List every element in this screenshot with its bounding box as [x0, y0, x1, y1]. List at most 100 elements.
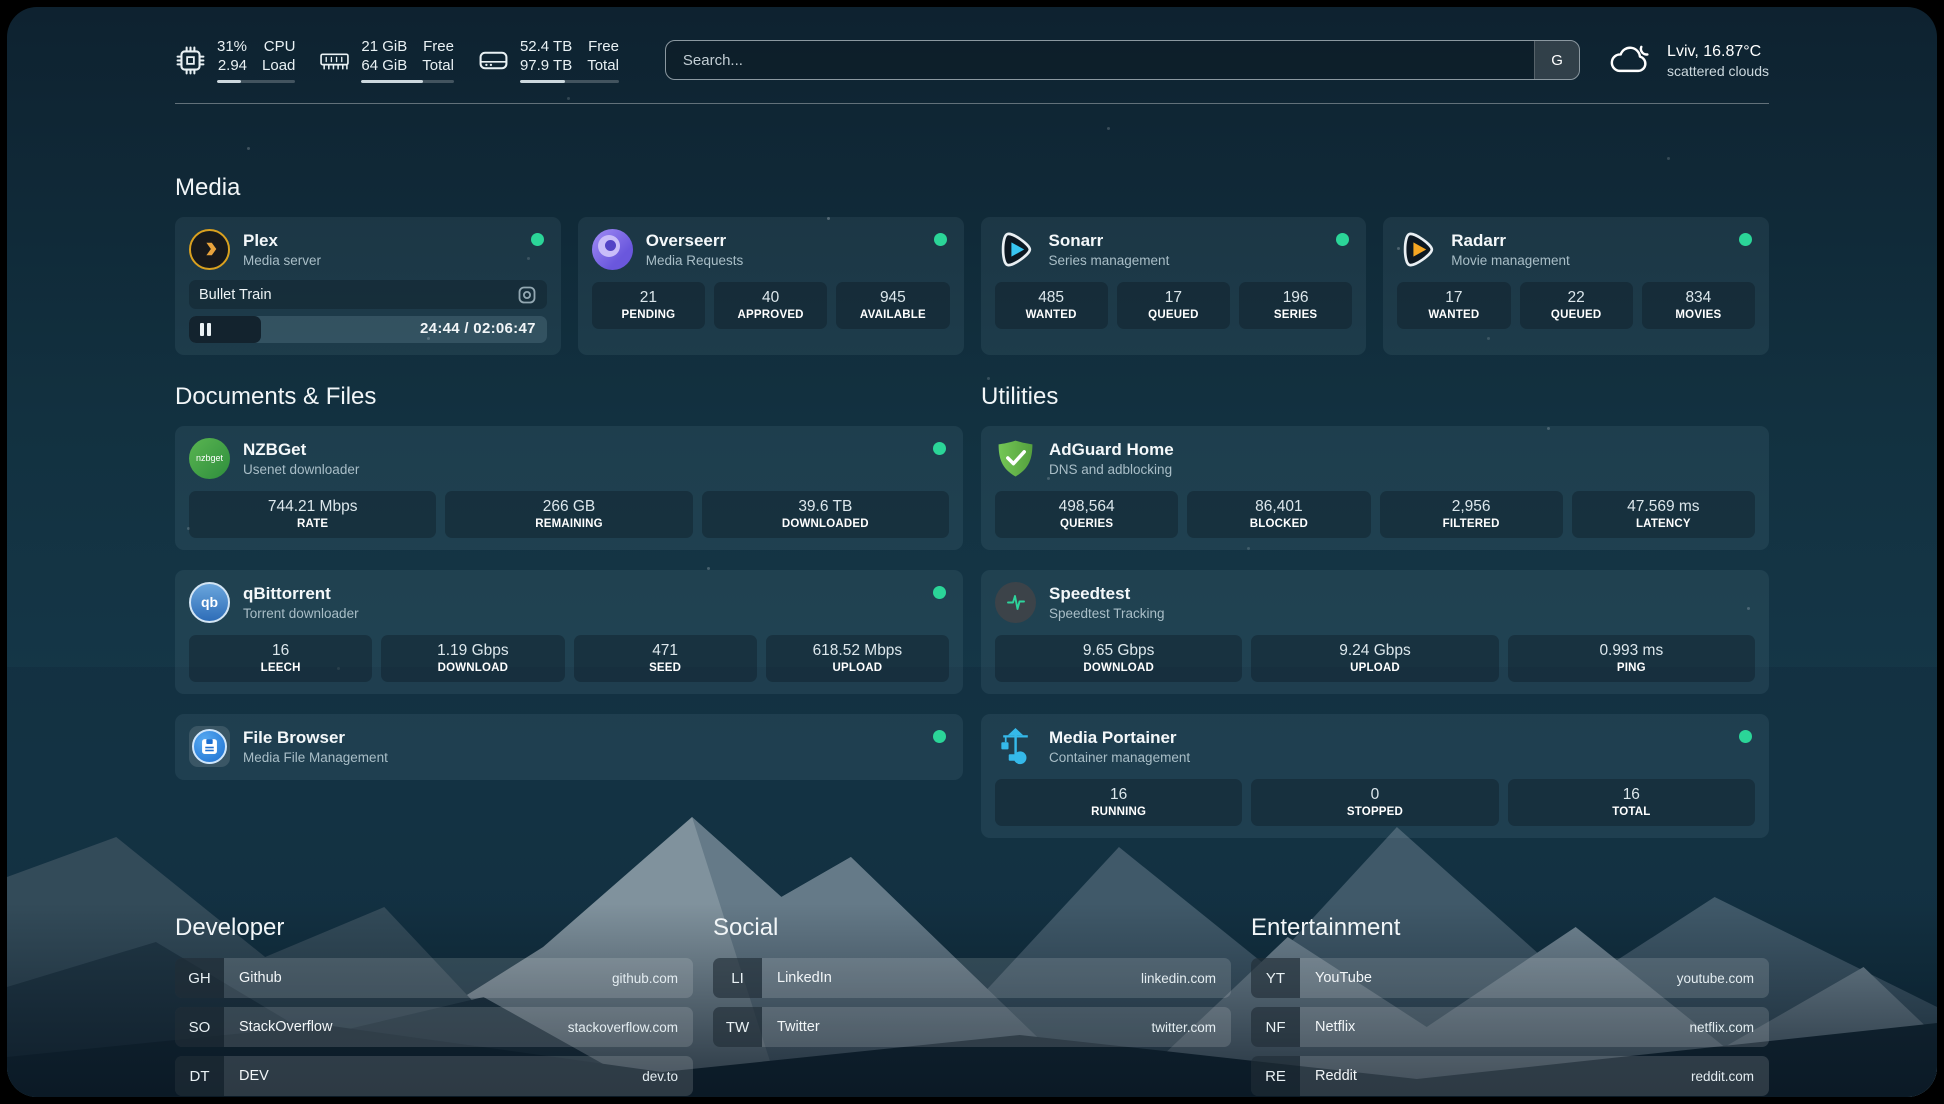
- bookmark-url: dev.to: [642, 1069, 693, 1084]
- service-description: DNS and adblocking: [1049, 462, 1174, 477]
- search-engine-button[interactable]: G: [1534, 41, 1579, 79]
- stat-value: 0.993 ms: [1510, 642, 1753, 660]
- cpu-load-value: 2.94: [218, 56, 247, 75]
- stat-block: 2,956 FILTERED: [1380, 491, 1563, 538]
- bookmark-group-entertainment: Entertainment YT YouTube youtube.com NF …: [1251, 914, 1769, 1097]
- qbittorrent-icon-label: qb: [201, 594, 218, 610]
- service-name: File Browser: [243, 728, 388, 748]
- stat-value: 498,564: [997, 498, 1176, 516]
- stat-block: 0.993 ms PING: [1508, 635, 1755, 682]
- header-divider: [175, 103, 1769, 104]
- cpu-icon: [175, 45, 206, 76]
- documents-column: Documents & Files nzbget NZBGet Usenet d…: [175, 383, 963, 858]
- bookmark-row-github[interactable]: GH Github github.com: [175, 958, 693, 998]
- section-title-social: Social: [713, 914, 1231, 942]
- stat-block: 39.6 TB DOWNLOADED: [702, 491, 949, 538]
- adguard-icon: [995, 438, 1036, 479]
- filebrowser-icon: [189, 726, 230, 767]
- stat-value: 9.65 Gbps: [997, 642, 1240, 660]
- bookmark-abbr: YT: [1251, 958, 1300, 998]
- bookmark-row-dev[interactable]: DT DEV dev.to: [175, 1056, 693, 1096]
- stat-block: 618.52 Mbps UPLOAD: [766, 635, 949, 682]
- service-card-adguard[interactable]: AdGuard Home DNS and adblocking 498,564 …: [981, 426, 1769, 550]
- service-description: Usenet downloader: [243, 462, 359, 477]
- stat-block: 744.21 Mbps RATE: [189, 491, 436, 538]
- speedtest-icon: [995, 582, 1036, 623]
- bookmark-url: stackoverflow.com: [568, 1020, 693, 1035]
- stat-value: 17: [1399, 289, 1508, 307]
- stat-label: WANTED: [1399, 309, 1508, 321]
- stat-label: LEECH: [191, 662, 370, 674]
- service-name: AdGuard Home: [1049, 440, 1174, 460]
- service-card-sonarr[interactable]: Sonarr Series management 485 WANTED 17 Q…: [981, 217, 1367, 355]
- stat-value: 945: [838, 289, 947, 307]
- qbittorrent-icon: qb: [189, 582, 230, 623]
- status-dot: [933, 442, 946, 455]
- search-bar: G: [665, 40, 1580, 80]
- service-description: Series management: [1049, 253, 1170, 268]
- bookmark-url: twitter.com: [1151, 1020, 1231, 1035]
- stat-value: 744.21 Mbps: [191, 498, 434, 516]
- bookmark-abbr: TW: [713, 1007, 762, 1047]
- stat-value: 0: [1253, 786, 1496, 804]
- service-card-plex[interactable]: Plex Media server Bullet Train 24:44 / 0…: [175, 217, 561, 355]
- disk-icon: [478, 45, 509, 76]
- disk-free-value: 52.4 TB: [520, 37, 572, 56]
- search-input[interactable]: [666, 41, 1534, 79]
- stat-block: 196 SERIES: [1239, 282, 1352, 329]
- stat-label: SEED: [576, 662, 755, 674]
- bookmark-name: DEV: [224, 1068, 269, 1084]
- stat-label: MOVIES: [1644, 309, 1753, 321]
- bookmark-row-linkedin[interactable]: LI LinkedIn linkedin.com: [713, 958, 1231, 998]
- stat-value: 471: [576, 642, 755, 660]
- service-description: Movie management: [1451, 253, 1570, 268]
- service-card-qbittorrent[interactable]: qb qBittorrent Torrent downloader 16 LEE…: [175, 570, 963, 694]
- service-card-filebrowser[interactable]: File Browser Media File Management: [175, 714, 963, 780]
- dashboard: 31% 2.94 CPU Load: [7, 7, 1937, 1097]
- stat-label: REMAINING: [447, 518, 690, 530]
- overseerr-icon: [592, 229, 633, 270]
- service-description: Torrent downloader: [243, 606, 359, 621]
- bookmark-abbr: LI: [713, 958, 762, 998]
- service-description: Speedtest Tracking: [1049, 606, 1165, 621]
- stat-label: DOWNLOADED: [704, 518, 947, 530]
- service-card-nzbget[interactable]: nzbget NZBGet Usenet downloader 744.21 M…: [175, 426, 963, 550]
- bookmark-row-netflix[interactable]: NF Netflix netflix.com: [1251, 1007, 1769, 1047]
- utilities-column: Utilities AdGuard: [981, 383, 1769, 858]
- memory-free-label: Free: [423, 37, 454, 56]
- service-card-overseerr[interactable]: Overseerr Media Requests 21 PENDING 40 A…: [578, 217, 964, 355]
- stat-block: 17 WANTED: [1397, 282, 1510, 329]
- stat-value: 485: [997, 289, 1106, 307]
- bookmark-row-stackoverflow[interactable]: SO StackOverflow stackoverflow.com: [175, 1007, 693, 1047]
- bookmark-abbr: RE: [1251, 1056, 1300, 1096]
- stat-value: 16: [997, 786, 1240, 804]
- bookmark-name: Twitter: [762, 1019, 820, 1035]
- section-title-documents: Documents & Files: [175, 383, 963, 411]
- bookmark-row-twitter[interactable]: TW Twitter twitter.com: [713, 1007, 1231, 1047]
- status-dot: [1739, 233, 1752, 246]
- media-cards: Plex Media server Bullet Train 24:44 / 0…: [175, 217, 1769, 355]
- bookmark-row-youtube[interactable]: YT YouTube youtube.com: [1251, 958, 1769, 998]
- disk-free-label: Free: [588, 37, 619, 56]
- service-card-portainer[interactable]: Media Portainer Container management 16 …: [981, 714, 1769, 838]
- bookmark-abbr: DT: [175, 1056, 224, 1096]
- stat-block: 834 MOVIES: [1642, 282, 1755, 329]
- bookmark-name: Netflix: [1300, 1019, 1355, 1035]
- stat-block: 16 LEECH: [189, 635, 372, 682]
- stat-label: PENDING: [594, 309, 703, 321]
- bookmark-url: github.com: [612, 971, 693, 986]
- stat-block: 16 TOTAL: [1508, 779, 1755, 826]
- stat-label: DOWNLOAD: [383, 662, 562, 674]
- service-card-radarr[interactable]: Radarr Movie management 17 WANTED 22 QUE…: [1383, 217, 1769, 355]
- stat-block: 266 GB REMAINING: [445, 491, 692, 538]
- service-card-speedtest[interactable]: Speedtest Speedtest Tracking 9.65 Gbps D…: [981, 570, 1769, 694]
- status-dot: [531, 233, 544, 246]
- memory-total-value: 64 GiB: [361, 56, 407, 75]
- top-bar: 31% 2.94 CPU Load: [175, 37, 1769, 83]
- bookmark-abbr: NF: [1251, 1007, 1300, 1047]
- stop-button[interactable]: [517, 285, 537, 305]
- stat-block: 21 PENDING: [592, 282, 705, 329]
- bookmark-row-reddit[interactable]: RE Reddit reddit.com: [1251, 1056, 1769, 1096]
- stat-value: 834: [1644, 289, 1753, 307]
- stat-block: 9.65 Gbps DOWNLOAD: [995, 635, 1242, 682]
